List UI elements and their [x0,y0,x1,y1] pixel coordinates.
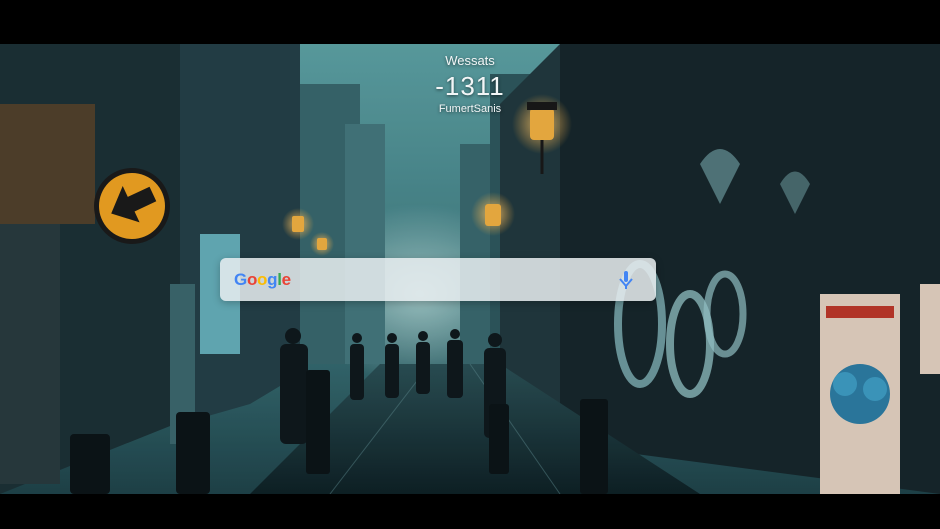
weather-condition: FumertSanis [438,103,502,115]
microphone-button[interactable] [610,264,642,296]
google-search-bar[interactable]: Google [220,257,656,302]
google-logo-letter: o [257,269,268,289]
google-logo-letter: g [267,269,278,289]
home-screen: Wessats -1311 FumertSanis Google [0,0,940,529]
google-logo: Google [234,270,291,290]
microphone-icon [619,270,633,289]
google-logo-letter: e [281,269,291,289]
weather-temperature: -1311 [435,71,505,101]
google-logo-letter: G [234,269,247,289]
search-input[interactable] [290,257,610,302]
google-logo-letter: o [246,269,258,289]
weather-location: Wessats [445,53,495,68]
